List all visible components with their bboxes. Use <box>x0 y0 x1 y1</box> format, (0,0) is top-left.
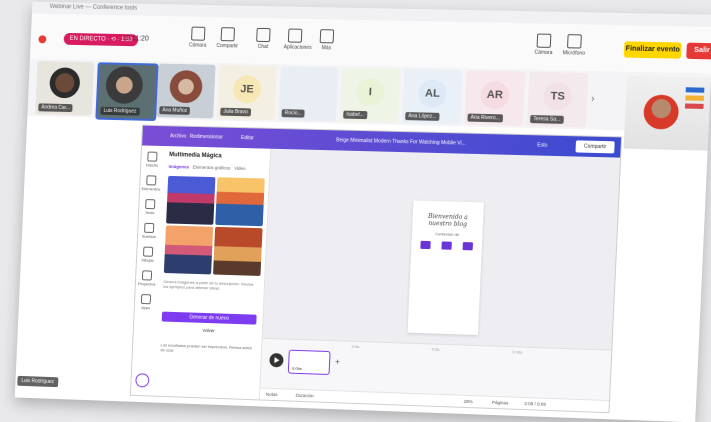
elements-icon <box>146 175 157 186</box>
meeting-window: Webinar Live — Conference tools EN DIREC… <box>14 1 711 422</box>
camera-toggle-button[interactable]: Cámara <box>532 33 555 56</box>
menu-resize[interactable]: Redimensionar <box>190 134 223 141</box>
apps-icon <box>287 28 303 43</box>
panel-tabs: Imágenes Elementos gráficos Video <box>169 164 246 171</box>
panel-footer-note: Los resultados pueden ser imprecisos. Re… <box>160 342 253 353</box>
participant-tile[interactable]: I Isabel... <box>339 67 401 123</box>
tab-video[interactable]: Video <box>234 166 246 171</box>
chat-tool-button[interactable]: Chat <box>252 27 275 50</box>
screenshot-stage: Webinar Live — Conference tools EN DIREC… <box>0 0 711 422</box>
upload-icon <box>144 222 155 234</box>
more-tool-button[interactable]: Más <box>315 29 338 51</box>
red-banner-icon <box>684 103 704 109</box>
generate-again-button[interactable]: Generar de nuevo <box>161 311 257 325</box>
apps-tool-button[interactable]: Aplicaciones <box>284 28 312 51</box>
design-canvas[interactable]: Bienvenido a nuestro blog Contenido de <box>262 148 621 350</box>
generated-image-thumb[interactable] <box>215 177 265 227</box>
participant-avatar: I <box>355 77 385 107</box>
menu-file[interactable]: Archivo <box>170 133 187 139</box>
camera-tool-button[interactable]: Cámara <box>187 26 210 49</box>
video-camera-icon <box>536 33 552 48</box>
generated-image-thumb[interactable] <box>213 226 263 276</box>
menu-edit[interactable]: Editar <box>241 135 254 141</box>
blue-banner-icon <box>685 87 705 93</box>
panel-description: Genera imágenes a partir de tu descripci… <box>163 278 254 291</box>
tab-images[interactable]: Imágenes <box>169 164 190 169</box>
microphone-toggle-button[interactable]: Micrófono <box>563 34 586 57</box>
page-title: Bienvenido a nuestro blog <box>427 212 468 229</box>
chat-icon <box>256 27 271 43</box>
notes-button[interactable]: Notas <box>266 392 278 397</box>
page-element-icon <box>441 241 452 250</box>
projects-icon <box>141 270 153 281</box>
participant-tile[interactable]: AR Ana Rivero... <box>464 70 526 126</box>
exit-button[interactable]: Salir <box>686 42 711 60</box>
share-button[interactable]: Compartir <box>575 140 615 154</box>
participant-avatar: TS <box>542 82 573 111</box>
microphone-icon <box>566 34 582 49</box>
page-subtitle: Contenido de <box>435 231 460 237</box>
participant-tile[interactable]: Ana Muñoz <box>156 63 216 119</box>
participant-avatar: AR <box>480 80 510 110</box>
presenter-name-badge: Luis Rodríguez <box>17 375 59 388</box>
camera-icon <box>191 26 206 41</box>
participant-tile[interactable]: AL Ana López... <box>401 68 463 125</box>
presenter-photo <box>642 94 680 130</box>
more-icon <box>319 29 335 44</box>
draw-icon <box>142 246 154 257</box>
rail-item-projects[interactable]: Proyectos <box>136 270 158 287</box>
rail-item-apps[interactable]: Apps <box>135 294 157 311</box>
next-participants-chevron-icon[interactable]: › <box>591 93 595 104</box>
pages-button[interactable]: Páginas <box>492 400 509 406</box>
rail-item-design[interactable]: Diseño <box>141 151 163 168</box>
participant-tile[interactable]: Andrea Car... <box>35 60 94 116</box>
yellow-banner-icon <box>685 95 705 101</box>
record-indicator-icon <box>38 35 47 44</box>
back-button[interactable]: Volver <box>161 326 256 334</box>
add-page-button[interactable]: + <box>335 357 340 366</box>
design-page[interactable]: Bienvenido a nuestro blog Contenido de <box>407 200 484 336</box>
duration-button[interactable]: Duración <box>296 393 314 399</box>
rail-item-draw[interactable]: Dibujar <box>137 246 159 263</box>
panel-title: Multimedia Mágica <box>169 152 222 160</box>
text-icon <box>145 199 156 210</box>
rail-item-uploads[interactable]: Subidos <box>138 222 160 239</box>
participant-tile[interactable]: Rocío... <box>278 66 339 122</box>
participant-tile[interactable]: JE Julia Bravo <box>217 64 277 120</box>
page-element-icon <box>462 242 474 251</box>
rail-item-elements[interactable]: Elementos <box>140 175 162 192</box>
timeline-clip[interactable]: 0:09s <box>287 349 331 376</box>
participant-tile[interactable]: TS Teresa Sa... <box>526 71 589 128</box>
window-title: Webinar Live — Conference tools <box>49 3 138 12</box>
share-screen-icon <box>220 27 236 42</box>
magic-media-panel: Multimedia Mágica Imágenes Elementos grá… <box>152 146 272 400</box>
participant-tile[interactable]: Luis Rodríguez <box>95 62 159 122</box>
finish-event-button[interactable]: Finalizar evento <box>623 41 682 59</box>
share-tool-button[interactable]: Compartir <box>216 27 239 49</box>
apps-grid-icon <box>140 294 152 305</box>
time-readout: 2:08 / 0:09 <box>524 401 547 407</box>
page-element-icon <box>420 240 431 250</box>
participant-avatar: AL <box>417 79 448 108</box>
design-icon <box>147 151 158 162</box>
generated-image-thumb[interactable] <box>166 175 216 225</box>
shared-screen-canva: Archivo Redimensionar Editar Beige Minim… <box>129 124 623 414</box>
generated-image-thumb[interactable] <box>163 225 214 275</box>
present-button[interactable]: Esto <box>537 142 547 148</box>
document-title: Beige Minimalist Modern Thanks For Watch… <box>336 137 466 147</box>
meeting-timer: 0:11:20 <box>126 35 149 43</box>
play-button[interactable] <box>269 352 284 368</box>
magic-assistant-icon[interactable] <box>135 373 150 388</box>
participant-avatar: JE <box>232 75 262 104</box>
presenter-video <box>623 75 711 151</box>
tab-graphics[interactable]: Elementos gráficos <box>193 165 231 171</box>
rail-item-text[interactable]: Texto <box>139 199 161 215</box>
zoom-level[interactable]: 28% <box>464 399 473 404</box>
